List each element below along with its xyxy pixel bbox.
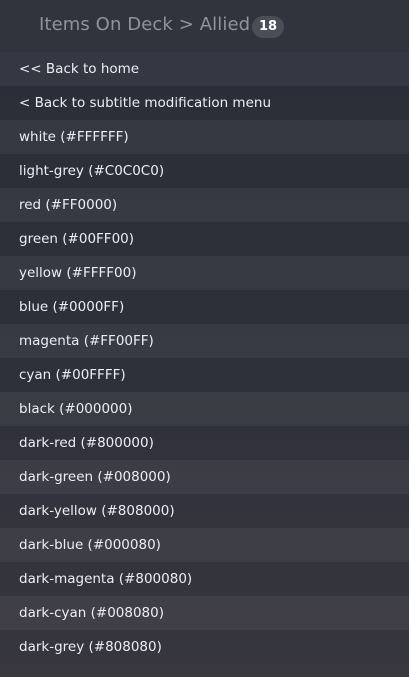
color-option-white[interactable]: white (#FFFFFF) <box>0 120 409 154</box>
color-option-yellow[interactable]: yellow (#FFFF00) <box>0 256 409 290</box>
color-option-dark-red[interactable]: dark-red (#800000) <box>0 426 409 460</box>
color-option-dark-blue[interactable]: dark-blue (#000080) <box>0 528 409 562</box>
color-option-dark-grey[interactable]: dark-grey (#808080) <box>0 630 409 664</box>
menu-header: Items On Deck > Allied 18 <box>0 0 409 52</box>
back-to-subtitle-menu-item[interactable]: < Back to subtitle modification menu <box>0 86 409 120</box>
color-option-red[interactable]: red (#FF0000) <box>0 188 409 222</box>
color-option-dark-magenta[interactable]: dark-magenta (#800080) <box>0 562 409 596</box>
menu-list: << Back to home < Back to subtitle modif… <box>0 52 409 664</box>
item-count-badge: 18 <box>252 16 284 38</box>
color-option-black[interactable]: black (#000000) <box>0 392 409 426</box>
menu-title: Items On Deck > Allied <box>39 14 251 35</box>
color-option-dark-green[interactable]: dark-green (#008000) <box>0 460 409 494</box>
color-option-blue[interactable]: blue (#0000FF) <box>0 290 409 324</box>
back-to-home-item[interactable]: << Back to home <box>0 52 409 86</box>
color-option-magenta[interactable]: magenta (#FF00FF) <box>0 324 409 358</box>
color-option-dark-yellow[interactable]: dark-yellow (#808000) <box>0 494 409 528</box>
color-option-green[interactable]: green (#00FF00) <box>0 222 409 256</box>
color-option-light-grey[interactable]: light-grey (#C0C0C0) <box>0 154 409 188</box>
color-option-cyan[interactable]: cyan (#00FFFF) <box>0 358 409 392</box>
color-option-dark-cyan[interactable]: dark-cyan (#008080) <box>0 596 409 630</box>
